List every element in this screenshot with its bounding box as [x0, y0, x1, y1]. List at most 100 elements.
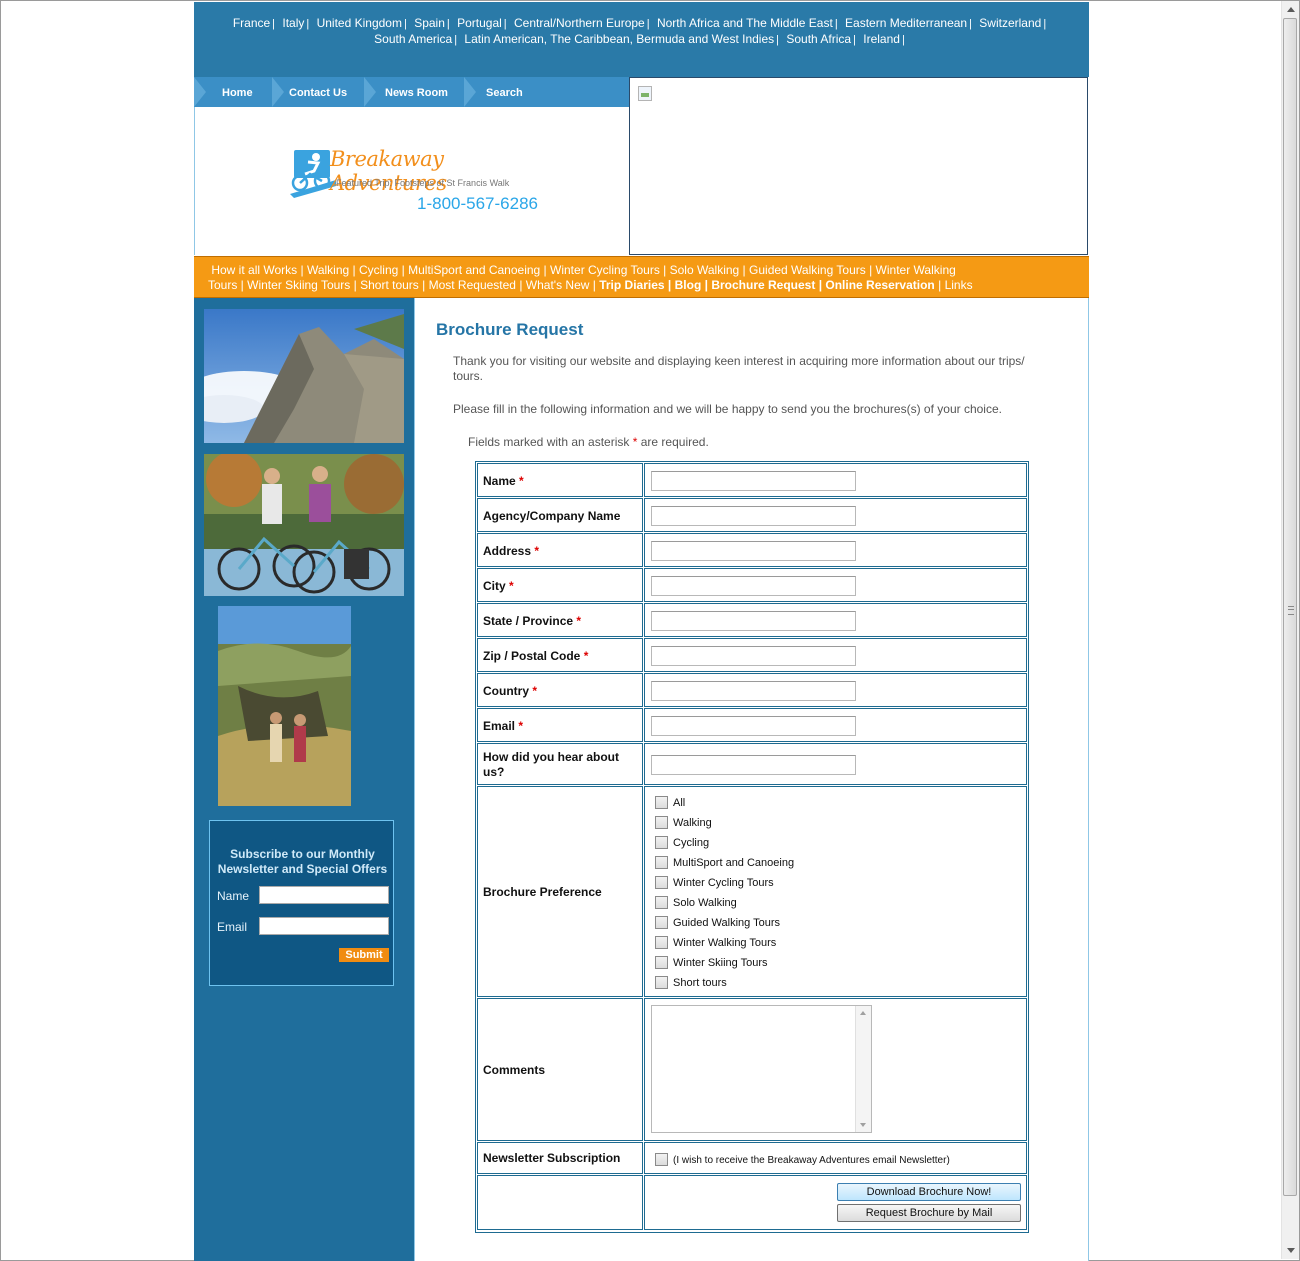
category-link-brochure-request[interactable]: Brochure Request — [711, 278, 815, 292]
checkbox-walking[interactable] — [655, 816, 668, 829]
logo[interactable]: Breakaway Adventures Featured Trip: Foot… — [290, 147, 550, 217]
scroll-down-arrow-icon[interactable] — [1287, 1248, 1295, 1253]
checkbox-solo-walking[interactable] — [655, 896, 668, 909]
checkbox-label-cycling: Cycling — [673, 837, 710, 849]
address-label-cell: Address * — [477, 533, 643, 567]
checkbox-winter-cycling[interactable] — [655, 876, 668, 889]
newsletter-name-label: Name — [217, 889, 250, 903]
category-link-online-reservation[interactable]: Online Reservation — [825, 278, 934, 292]
country-input[interactable] — [651, 681, 856, 701]
checkbox-label-walking: Walking — [673, 817, 712, 829]
chevron-right-icon — [464, 77, 476, 107]
checkbox-winter-skiing[interactable] — [655, 956, 668, 969]
page-title: Brochure Request — [436, 320, 584, 339]
newsletter-email-input[interactable] — [259, 917, 389, 935]
category-link-guided-walking[interactable]: Guided Walking Tours — [749, 263, 866, 277]
newsletter-name-input[interactable] — [259, 886, 389, 904]
category-link-multisport[interactable]: MultiSport and Canoeing — [408, 263, 540, 277]
destination-link-ireland[interactable]: Ireland — [863, 32, 900, 46]
name-field-cell — [644, 463, 1027, 497]
newsletter-signup-box: Subscribe to our Monthly Newsletter and … — [209, 820, 394, 986]
required-note-prefix: Fields marked with an asterisk — [468, 435, 630, 449]
state-input[interactable] — [651, 611, 856, 631]
newsletter-title: Subscribe to our Monthly Newsletter and … — [217, 847, 388, 876]
city-label-cell: City * — [477, 568, 643, 602]
zip-input[interactable] — [651, 646, 856, 666]
category-link-walking[interactable]: Walking — [307, 263, 349, 277]
checkbox-short-tours[interactable] — [655, 976, 668, 989]
chevron-right-icon — [194, 77, 206, 107]
page-scrollbar[interactable] — [1281, 1, 1299, 1259]
category-link-how-it-works[interactable]: How it all Works — [211, 263, 297, 277]
newsletter-checkbox[interactable] — [655, 1153, 668, 1166]
destination-link-spain[interactable]: Spain — [414, 16, 445, 30]
comments-textarea[interactable] — [651, 1005, 872, 1133]
download-brochure-button[interactable]: Download Brochure Now! — [837, 1183, 1021, 1201]
scroll-up-arrow-icon[interactable] — [860, 1011, 866, 1015]
destination-links: France | Italy | United Kingdom | Spain | Po… — [232, 16, 1047, 46]
address-label: Address * — [483, 544, 539, 559]
category-link-blog[interactable]: Blog — [675, 278, 702, 292]
comments-scrollbar[interactable] — [855, 1006, 871, 1132]
destination-link-south-america[interactable]: South America — [374, 32, 452, 46]
zip-label-cell: Zip / Postal Code * — [477, 638, 643, 672]
destination-link-north-africa[interactable]: North Africa and The Middle East — [657, 16, 833, 30]
destination-link-france[interactable]: France — [233, 16, 270, 30]
featured-trip: Featured Trip: Footsteps of St Francis W… — [336, 178, 510, 188]
nav-contact-us[interactable]: Contact Us — [289, 77, 347, 107]
nav-search[interactable]: Search — [486, 77, 523, 107]
scroll-up-arrow-icon[interactable] — [1287, 7, 1295, 12]
checkbox-multisport[interactable] — [655, 856, 668, 869]
category-link-winter-cycling[interactable]: Winter Cycling Tours — [550, 263, 660, 277]
category-link-short-tours[interactable]: Short tours — [360, 278, 419, 292]
category-link-whats-new[interactable]: What's New — [526, 278, 590, 292]
agency-input[interactable] — [651, 506, 856, 526]
checkbox-label-winter-cycling: Winter Cycling Tours — [673, 877, 774, 889]
request-by-mail-button[interactable]: Request Brochure by Mail — [837, 1204, 1021, 1222]
city-input[interactable] — [651, 576, 856, 596]
destination-link-switzerland[interactable]: Switzerland — [979, 16, 1041, 30]
required-asterisk: * — [509, 579, 514, 593]
destination-link-south-africa[interactable]: South Africa — [786, 32, 851, 46]
nav-home[interactable]: Home — [222, 77, 253, 107]
phone-number: 1-800-567-6286 — [417, 194, 538, 213]
newsletter-submit-button[interactable]: Submit — [339, 948, 389, 962]
destination-link-united-kingdom[interactable]: United Kingdom — [317, 16, 402, 30]
category-link-links[interactable]: Links — [945, 278, 973, 292]
zip-field-cell — [644, 638, 1027, 672]
hear-input[interactable] — [651, 755, 856, 775]
category-link-most-requested[interactable]: Most Requested — [429, 278, 516, 292]
brochure-request-form: Name * Agency/Company Name Address * Cit… — [475, 461, 1029, 1233]
category-link-winter-skiing[interactable]: Winter Skiing Tours — [247, 278, 350, 292]
main-nav: Home Contact Us News Room Search — [194, 77, 629, 107]
checkbox-cycling[interactable] — [655, 836, 668, 849]
country-field-cell — [644, 673, 1027, 707]
category-link-trip-diaries[interactable]: Trip Diaries — [599, 278, 664, 292]
comments-label-cell: Comments — [477, 998, 643, 1141]
destination-link-central-northern-europe[interactable]: Central/Northern Europe — [514, 16, 645, 30]
state-label: State / Province * — [483, 614, 581, 629]
checkbox-winter-walking[interactable] — [655, 936, 668, 949]
scrollbar-thumb[interactable] — [1283, 18, 1297, 1196]
category-link-solo-walking[interactable]: Solo Walking — [670, 263, 740, 277]
name-label-text: Name — [483, 474, 516, 488]
checkbox-guided-walking[interactable] — [655, 916, 668, 929]
nav-news-room[interactable]: News Room — [385, 77, 448, 107]
destination-link-eastern-mediterranean[interactable]: Eastern Mediterranean — [845, 16, 967, 30]
required-asterisk: * — [519, 474, 524, 488]
destination-link-latin-america[interactable]: Latin American, The Caribbean, Bermuda a… — [464, 32, 774, 46]
destination-link-italy[interactable]: Italy — [282, 16, 304, 30]
hikers-photo — [218, 606, 351, 806]
buttons-field-cell: Download Brochure Now! Request Brochure … — [644, 1175, 1027, 1230]
category-link-cycling[interactable]: Cycling — [359, 263, 398, 277]
email-input[interactable] — [651, 716, 856, 736]
scroll-down-arrow-icon[interactable] — [860, 1123, 866, 1127]
destination-link-portugal[interactable]: Portugal — [457, 16, 502, 30]
header-logo-area: Breakaway Adventures Featured Trip: Foot… — [194, 107, 630, 255]
checkbox-all[interactable] — [655, 796, 668, 809]
name-input[interactable] — [651, 471, 856, 491]
comments-field-cell — [644, 998, 1027, 1141]
buttons-label-cell — [477, 1175, 643, 1230]
instructions-text: Please fill in the following information… — [453, 402, 1002, 416]
address-input[interactable] — [651, 541, 856, 561]
